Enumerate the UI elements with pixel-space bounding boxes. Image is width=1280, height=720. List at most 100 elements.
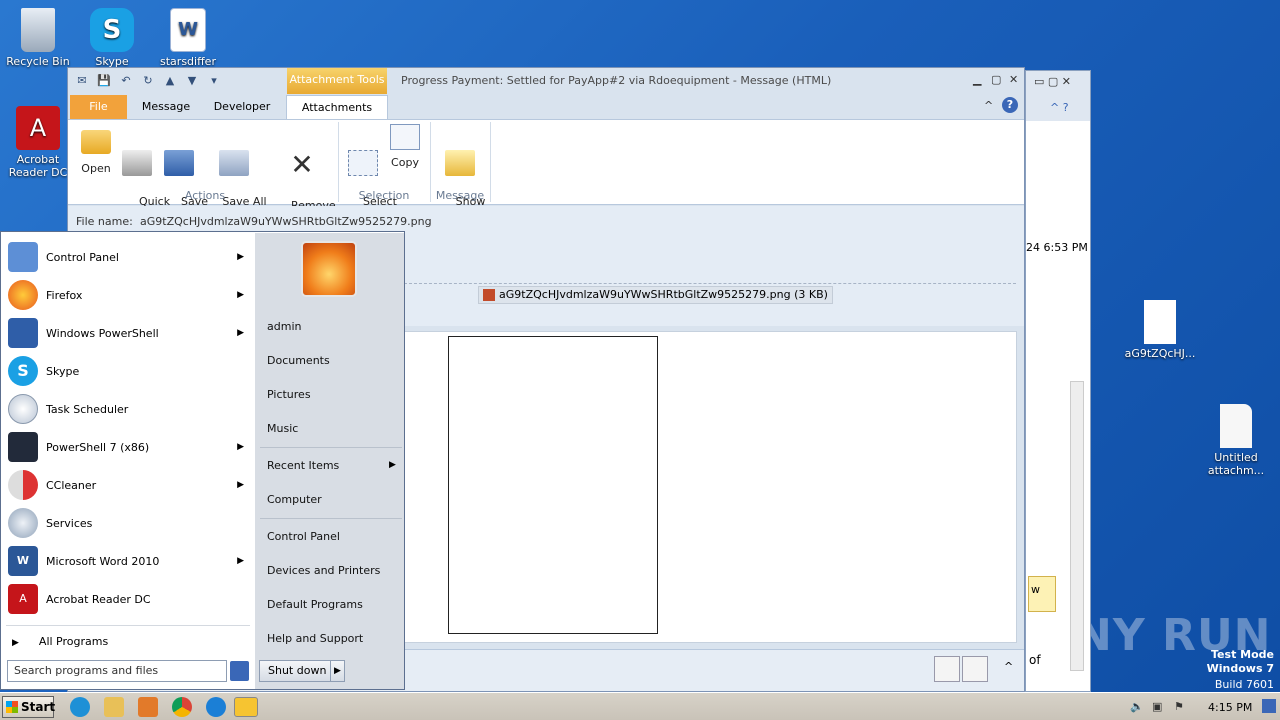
submenu-arrow-icon: ▶: [237, 442, 244, 452]
program-powershell-7[interactable]: PowerShell 7 (x86) ▶: [8, 429, 252, 465]
tab-file[interactable]: File: [70, 95, 127, 119]
acrobat-desktop-icon[interactable]: A Acrobat Reader DC: [0, 106, 76, 179]
image-file-icon: [1144, 300, 1176, 344]
vertical-scrollbar[interactable]: [1070, 381, 1084, 671]
program-task-scheduler[interactable]: Task Scheduler: [8, 391, 252, 427]
folder-open-icon: [81, 130, 111, 154]
desktop-icon-label: Recycle Bin: [6, 55, 70, 68]
expand-people-pane-icon[interactable]: ^: [1004, 660, 1013, 673]
place-recent-items[interactable]: Recent Items: [267, 459, 339, 472]
collapse-ribbon-icon[interactable]: ^: [984, 99, 993, 112]
place-devices-and-printers[interactable]: Devices and Printers: [267, 564, 380, 577]
program-microsoft-word[interactable]: W Microsoft Word 2010 ▶: [8, 543, 252, 579]
place-help-and-support[interactable]: Help and Support: [267, 632, 363, 645]
shutdown-options-arrow-icon[interactable]: ▶: [330, 661, 344, 681]
media-player-icon[interactable]: [138, 697, 158, 717]
edge-icon[interactable]: [206, 697, 226, 717]
divider: [260, 447, 402, 448]
program-firefox[interactable]: Firefox ▶: [8, 277, 252, 313]
select-all-icon: [348, 150, 378, 176]
untitled-attachment-desktop-icon[interactable]: Untitled attachm...: [1198, 404, 1274, 477]
tab-attachments[interactable]: Attachments: [286, 95, 388, 119]
copy-button[interactable]: Copy: [386, 124, 424, 169]
program-label: Microsoft Word 2010: [46, 554, 160, 568]
volume-icon[interactable]: 🔈: [1130, 700, 1144, 713]
open-button[interactable]: Open: [76, 124, 116, 175]
attachment-image-preview: [448, 336, 658, 634]
submenu-arrow-icon: ▶: [237, 252, 244, 262]
attachments-ribbon: Open Quick Print Save As Save All Attach…: [68, 119, 1024, 225]
start-menu-places: admin Documents Pictures Music Recent It…: [255, 233, 404, 689]
taskbar: Start 🔈 ▣ ⚑ 4:15 PM: [0, 692, 1280, 720]
recycle-bin-desktop-icon[interactable]: Recycle Bin: [0, 8, 76, 68]
save-icon[interactable]: 💾: [96, 73, 112, 89]
flag-icon[interactable]: ⚑: [1174, 700, 1184, 713]
skype-icon: S: [8, 356, 38, 386]
program-windows-powershell[interactable]: Windows PowerShell ▶: [8, 315, 252, 351]
program-label: Skype: [46, 364, 80, 378]
program-skype[interactable]: S Skype: [8, 353, 252, 389]
starsdiffer-desktop-icon[interactable]: W starsdiffer: [150, 8, 226, 68]
place-music[interactable]: Music: [267, 422, 298, 435]
recycle-bin-icon: [21, 8, 55, 52]
redo-icon[interactable]: ↻: [140, 73, 156, 89]
place-computer[interactable]: Computer: [267, 493, 322, 506]
program-control-panel[interactable]: Control Panel ▶: [8, 239, 252, 275]
program-services[interactable]: Services: [8, 505, 252, 541]
blank-file-icon: [1220, 404, 1252, 448]
envelope-icon: [445, 150, 475, 176]
divider: [260, 518, 402, 519]
place-documents[interactable]: Documents: [267, 354, 330, 367]
internet-explorer-icon[interactable]: [70, 697, 90, 717]
contact-avatar-icon[interactable]: [934, 656, 960, 682]
group-message: Message: [435, 189, 485, 202]
help-icon[interactable]: ?: [1002, 97, 1018, 113]
save-as-icon: [164, 150, 194, 176]
program-label: Windows PowerShell: [46, 326, 159, 340]
tab-message[interactable]: Message: [134, 95, 198, 119]
chrome-icon[interactable]: [172, 697, 192, 717]
user-avatar[interactable]: [301, 241, 357, 297]
contact-avatar-icon[interactable]: [962, 656, 988, 682]
place-pictures[interactable]: Pictures: [267, 388, 311, 401]
place-default-programs[interactable]: Default Programs: [267, 598, 363, 611]
attachment-chip-label: aG9tZQcHJvdmlzaW9uYWwSHRtbGltZw9525279.p…: [499, 288, 828, 301]
gear-icon: [8, 508, 38, 538]
program-ccleaner[interactable]: CCleaner ▶: [8, 467, 252, 503]
copy-icon: [390, 124, 420, 150]
start-menu-programs: Control Panel ▶ Firefox ▶ Windows PowerShe…: [2, 233, 254, 689]
window-title: Progress Payment: Settled for PayApp#2 v…: [401, 74, 832, 87]
outlook-taskbar-icon[interactable]: [234, 697, 258, 717]
desktop-icon-label: aG9tZQcHJ...: [1124, 347, 1196, 360]
all-programs-button[interactable]: ▶ All Programs: [12, 635, 108, 648]
start-search-input[interactable]: Search programs and files: [7, 660, 227, 682]
search-icon[interactable]: [230, 661, 249, 681]
maximize-button[interactable]: ▢: [991, 73, 1001, 86]
start-button[interactable]: Start: [2, 696, 55, 718]
file-explorer-icon[interactable]: [104, 697, 124, 717]
place-control-panel[interactable]: Control Panel: [267, 530, 340, 543]
down-arrow-icon[interactable]: ▼: [184, 73, 200, 89]
program-acrobat-reader[interactable]: A Acrobat Reader DC: [8, 581, 252, 617]
close-button[interactable]: ✕: [1009, 73, 1018, 86]
background-outlook-window[interactable]: ▭ ▢ ✕ ^ ? 24 6:53 PM w of: [1025, 70, 1091, 692]
submenu-arrow-icon: ▶: [237, 556, 244, 566]
undo-icon[interactable]: ↶: [118, 73, 134, 89]
clock[interactable]: 4:15 PM: [1208, 701, 1252, 714]
back-window-content: 24 6:53 PM w of: [1026, 121, 1090, 691]
ribbon-separator: [430, 122, 431, 202]
show-desktop-button[interactable]: [1262, 699, 1276, 713]
build-label: Build 7601: [1214, 678, 1274, 691]
tab-developer[interactable]: Developer: [208, 95, 276, 119]
help-icon[interactable]: ^ ?: [1050, 101, 1069, 114]
minimize-button[interactable]: ▁: [973, 73, 981, 86]
place-admin[interactable]: admin: [267, 320, 301, 333]
customize-qat-icon[interactable]: ▾: [206, 73, 222, 89]
png-file-desktop-icon[interactable]: aG9tZQcHJ...: [1122, 300, 1198, 360]
skype-desktop-icon[interactable]: S Skype: [74, 8, 150, 68]
attachment-chip[interactable]: aG9tZQcHJvdmlzaW9uYWwSHRtbGltZw9525279.p…: [478, 286, 833, 304]
shutdown-button[interactable]: Shut down ▶: [259, 660, 345, 682]
up-arrow-icon[interactable]: ▲: [162, 73, 178, 89]
network-icon[interactable]: ▣: [1152, 700, 1162, 713]
header-divider: [404, 283, 1016, 284]
